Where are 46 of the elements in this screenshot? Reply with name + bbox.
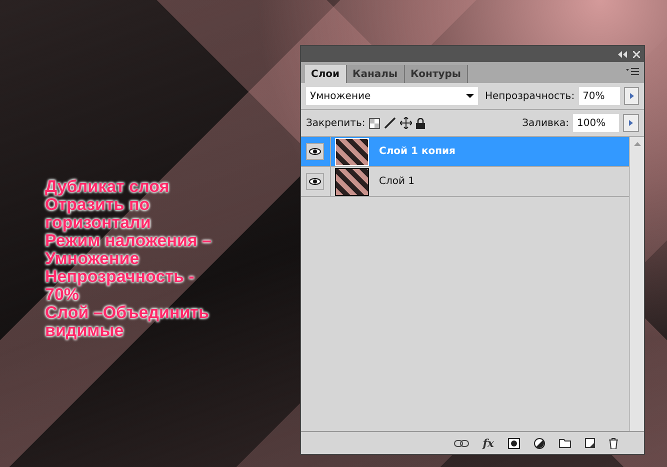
instruction-text: Дубликат слоя bbox=[45, 178, 170, 196]
layer-thumbnail bbox=[335, 168, 369, 196]
close-icon[interactable] bbox=[633, 50, 640, 58]
new-layer-icon[interactable] bbox=[585, 438, 595, 448]
fill-label: Заливка: bbox=[522, 118, 569, 128]
instruction-text: Режим наложения – bbox=[45, 232, 213, 250]
caret-icon bbox=[466, 94, 474, 98]
link-icon[interactable] bbox=[454, 440, 469, 446]
lock-transparency-icon[interactable] bbox=[369, 118, 380, 128]
instruction-text: Непрозрачность - bbox=[45, 268, 196, 286]
move-icon[interactable] bbox=[400, 117, 412, 129]
panel-tab[interactable]: Слои bbox=[305, 65, 347, 83]
scrollbar[interactable] bbox=[629, 137, 644, 431]
fill-slider-button[interactable] bbox=[623, 114, 639, 132]
instruction-text: Умножение bbox=[45, 250, 140, 268]
folder-icon[interactable] bbox=[559, 438, 571, 448]
instruction-text: 70% bbox=[45, 286, 80, 304]
triangle-icon bbox=[630, 93, 634, 99]
mask-icon[interactable] bbox=[508, 438, 520, 448]
adjustment-icon[interactable] bbox=[534, 438, 545, 448]
layer-name: Слой 1 копия bbox=[379, 146, 456, 157]
layer-thumbnail bbox=[335, 138, 369, 166]
lock-icon[interactable] bbox=[416, 118, 426, 128]
instruction-text: горизонтали bbox=[45, 214, 152, 232]
instruction-text: Отразить по bbox=[45, 196, 151, 214]
eye-icon bbox=[309, 148, 321, 155]
instruction-text: Слой –Объединить bbox=[45, 304, 210, 322]
visibility-toggle[interactable] bbox=[306, 143, 324, 160]
triangle-icon bbox=[629, 120, 633, 126]
trash-icon[interactable] bbox=[609, 438, 618, 448]
opacity-label: Непрозрачность: bbox=[484, 90, 575, 102]
panel-tab[interactable]: Контуры bbox=[404, 65, 468, 83]
effects-button[interactable]: fx bbox=[482, 436, 494, 450]
opacity-field[interactable]: 70% bbox=[578, 87, 620, 105]
fill-field[interactable]: 100% bbox=[573, 114, 619, 132]
lock-label: Закрепить: bbox=[306, 118, 366, 128]
opacity-slider-button[interactable] bbox=[624, 87, 639, 105]
collapse-icon[interactable] bbox=[618, 50, 627, 58]
visibility-toggle[interactable] bbox=[306, 173, 324, 190]
panel-tab[interactable]: Каналы bbox=[346, 65, 404, 83]
instruction-text: видимые bbox=[45, 322, 124, 340]
layer-name: Слой 1 bbox=[379, 176, 415, 187]
blend-mode-dropdown[interactable]: Умножение bbox=[306, 87, 478, 105]
menu-icon[interactable] bbox=[626, 68, 639, 76]
eye-icon bbox=[309, 178, 321, 185]
layer-row[interactable]: Слой 1 bbox=[301, 167, 629, 197]
